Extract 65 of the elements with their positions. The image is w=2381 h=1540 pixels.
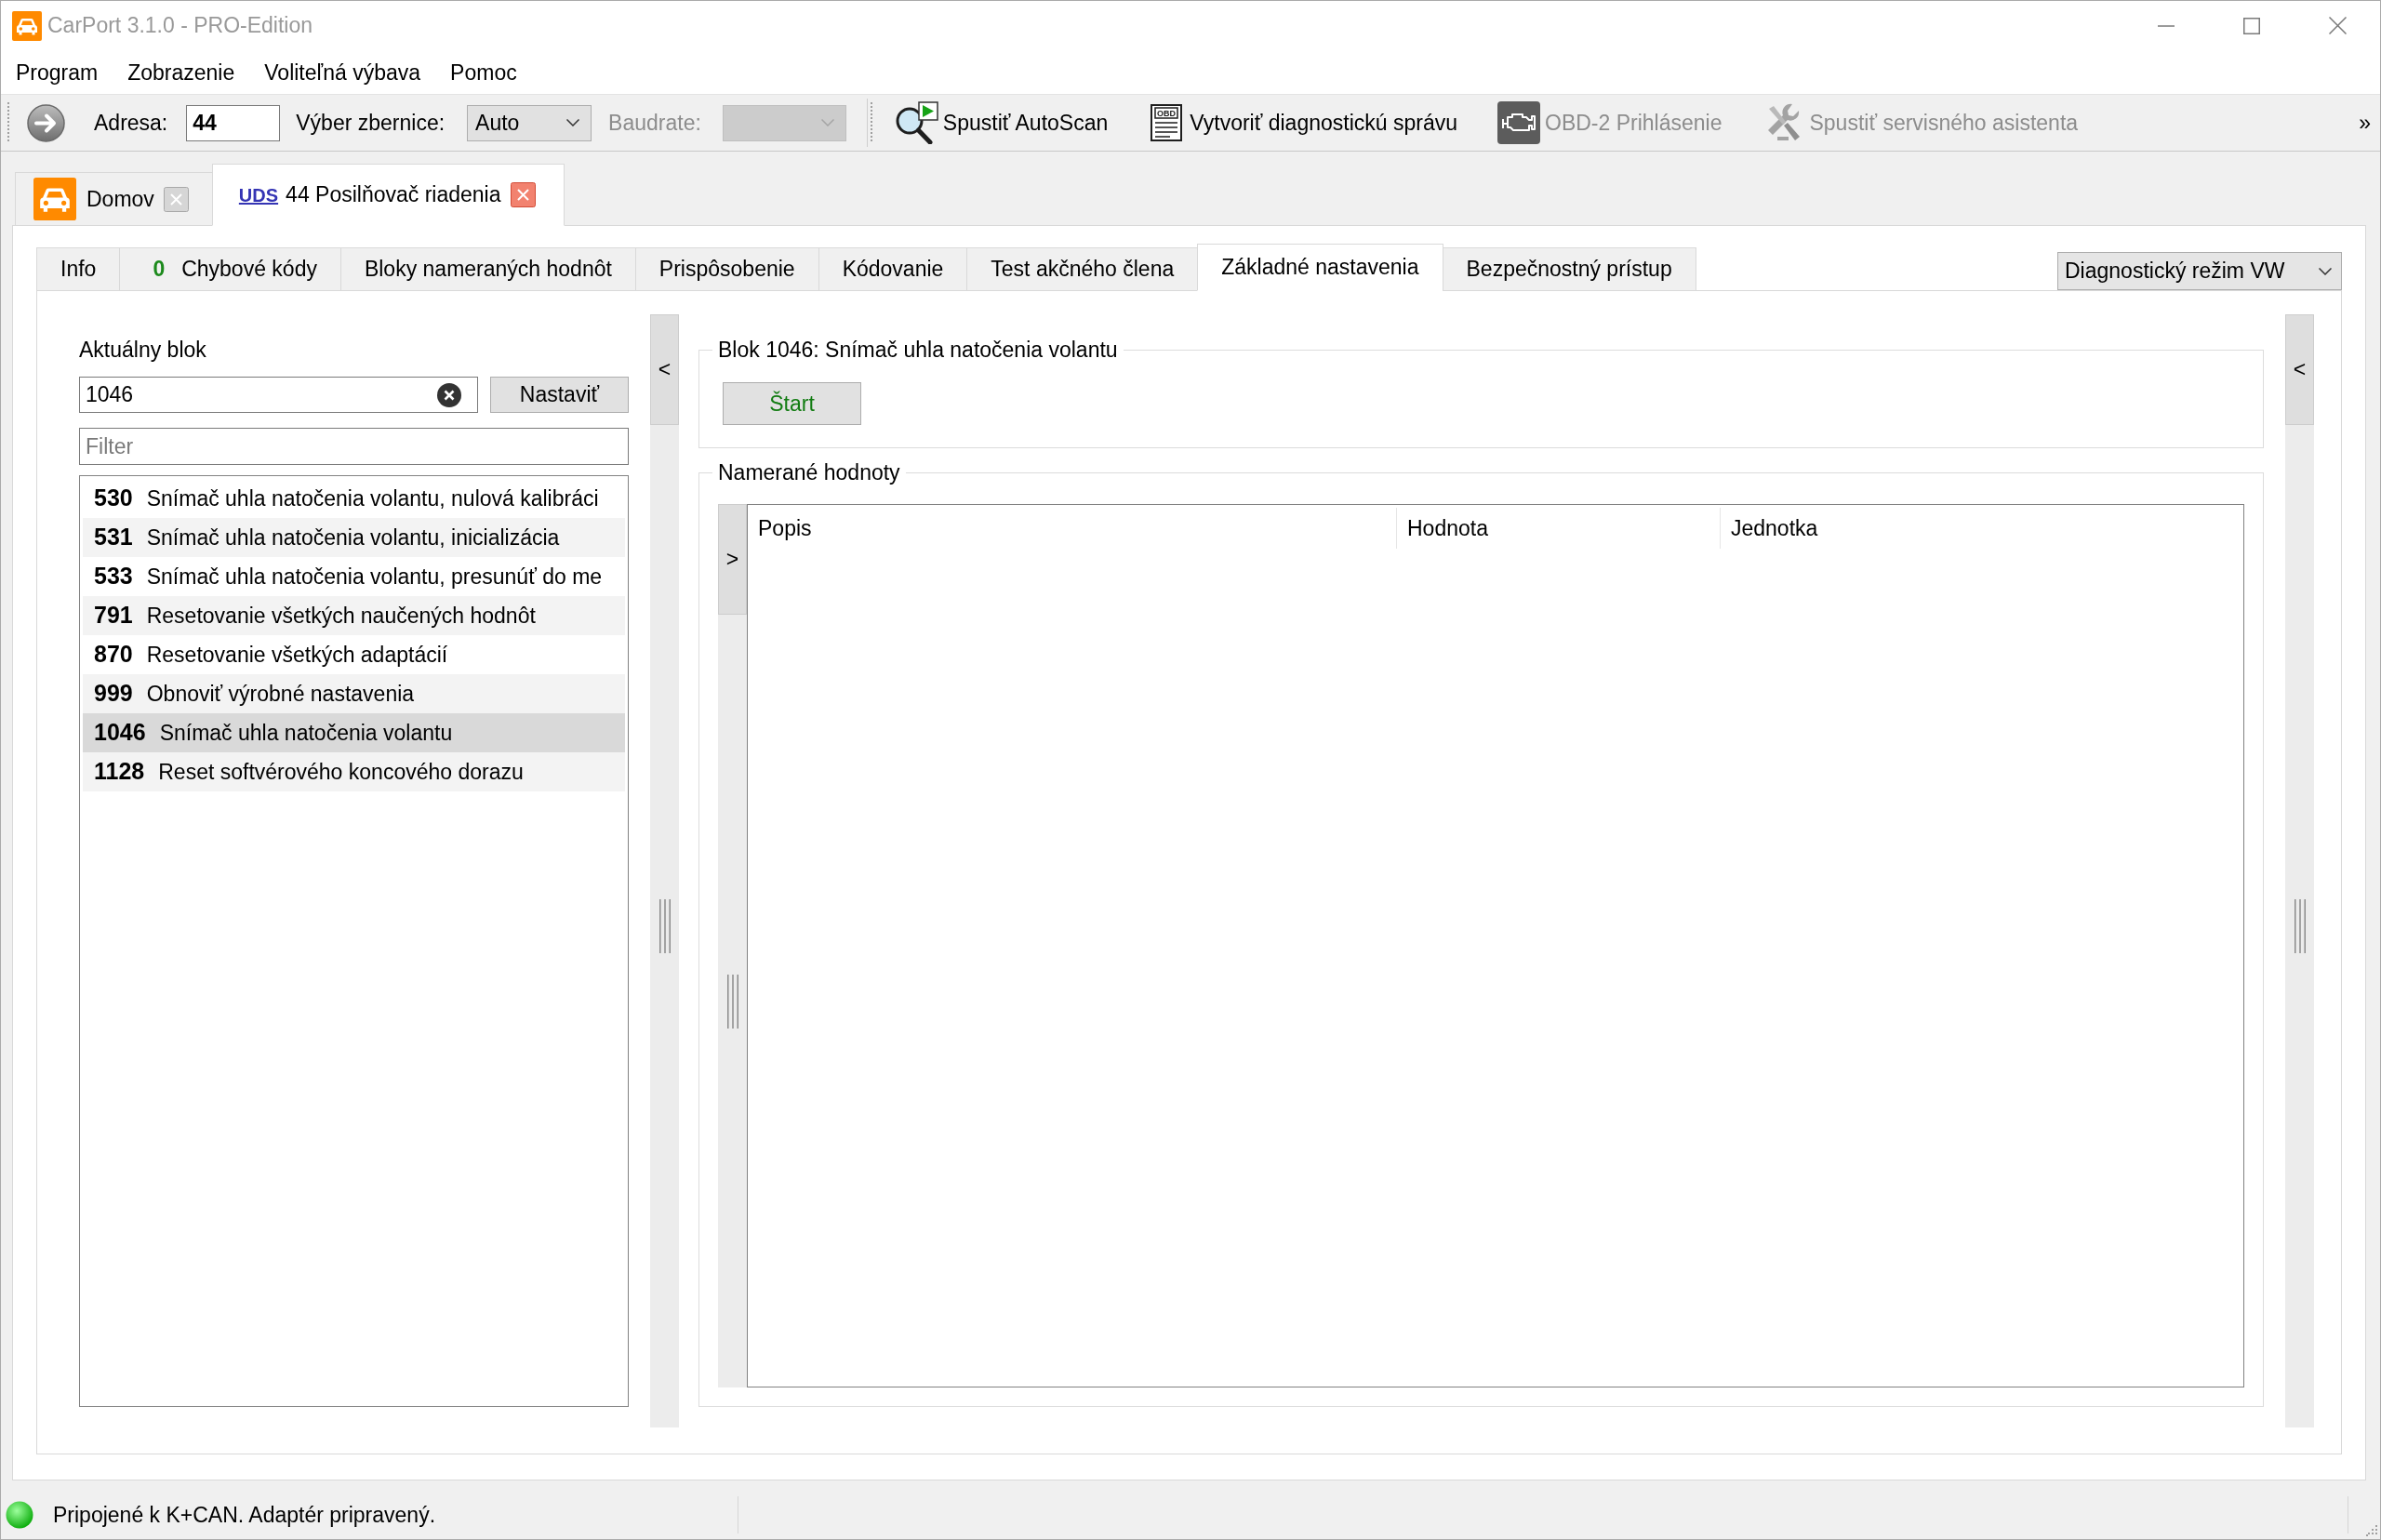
module-tab[interactable]: Prispôsobenie [634,247,819,291]
bus-label: Výber zbernice: [296,109,446,137]
document-tab[interactable]: Domov [15,172,213,226]
window-title: CarPort 3.1.0 - PRO-Edition [47,12,313,40]
close-icon[interactable] [163,186,189,212]
protocol-tag: UDS [238,180,279,209]
autoscan-button[interactable]: Spustiť AutoScan [886,99,1116,147]
menu-item[interactable]: Voliteľná výbava [249,58,436,86]
start-button[interactable]: Štart [723,382,861,425]
clear-icon[interactable] [437,382,461,407]
current-block-label: Aktuálny blok [79,337,206,363]
close-icon[interactable] [510,182,536,207]
filter-field[interactable]: Filter [79,428,629,465]
block-list-item[interactable]: 999 Obnoviť výrobné nastavenia [83,674,625,713]
column-header[interactable]: Hodnota [1397,508,1721,549]
document-tab[interactable]: UDS 44 Posilňovač riadenia [211,164,565,226]
block-list-item[interactable]: 791 Resetovanie všetkých naučených hodnôt [83,596,625,635]
module-tab[interactable]: Základné nastavenia [1197,244,1443,291]
column-header[interactable]: Popis [748,508,1397,549]
grip-icon[interactable] [726,974,738,1029]
fault-count: 0 [153,256,166,284]
menu-item[interactable]: Pomoc [435,58,532,86]
toolbar-grip-icon[interactable] [7,102,11,143]
module-tab[interactable]: Test akčného člena [966,247,1199,291]
caret-icon [2319,267,2332,275]
maximize-icon[interactable] [2243,17,2260,34]
address-field[interactable]: 44 [186,104,281,141]
block-list-item[interactable]: 531 Snímač uhla natočenia volantu, inicializácia [83,518,625,557]
module-tab[interactable]: Bezpečnostný prístup [1442,247,1696,291]
collapse-button[interactable]: < [650,314,679,425]
group-title: Namerané hodnoty [717,459,901,485]
resize-grip-icon[interactable] [2366,1525,2377,1536]
module-tab[interactable]: 0 Chybové kódy [119,247,341,291]
collapse-button[interactable]: > [718,504,747,615]
collapse-button[interactable]: < [2285,314,2314,425]
car-icon [12,10,42,41]
module-tab[interactable]: Bloky nameraných hodnôt [339,247,636,291]
arrow-right-icon[interactable] [27,103,65,142]
magnifier-play-icon [894,101,938,144]
overflow-button[interactable]: » [2359,106,2371,139]
car-icon [33,178,76,220]
bus-select[interactable]: Auto [467,104,592,141]
module-tab[interactable]: Kódovanie [818,247,968,291]
menu-item[interactable]: Zobrazenie [113,58,250,86]
mode-select[interactable]: Diagnostický režim VW [2057,252,2342,290]
module-tab[interactable]: Info [36,247,121,291]
block-list-item[interactable]: 1046 Snímač uhla natočenia volantu [83,713,625,752]
address-label: Adresa: [94,109,168,137]
grip-icon[interactable] [2294,899,2306,953]
status-text: Pripojené k K+CAN. Adaptér pripravený. [53,1501,436,1529]
column-header[interactable]: Jednotka [1721,508,2243,549]
engine-icon [1497,101,1540,144]
block-list-item[interactable]: 1128 Reset softvérového koncového dorazu [83,752,625,791]
menu-item[interactable]: Program [1,58,113,86]
baudrate-label: Baudrate: [608,109,701,137]
caret-icon [566,119,580,126]
close-icon[interactable] [2328,17,2347,34]
minimize-icon[interactable] [2158,24,2175,27]
report-button[interactable]: OBD Vytvoriť diagnostickú správu [1140,99,1465,147]
group-title: Blok 1046: Snímač uhla natočenia volantu [717,337,1119,363]
block-number-field[interactable]: 1046 [79,377,478,413]
set-button[interactable]: Nastaviť [490,377,629,413]
grip-icon[interactable] [658,899,671,953]
caret-icon [820,119,834,126]
toolbar-grip-icon[interactable] [870,102,874,143]
